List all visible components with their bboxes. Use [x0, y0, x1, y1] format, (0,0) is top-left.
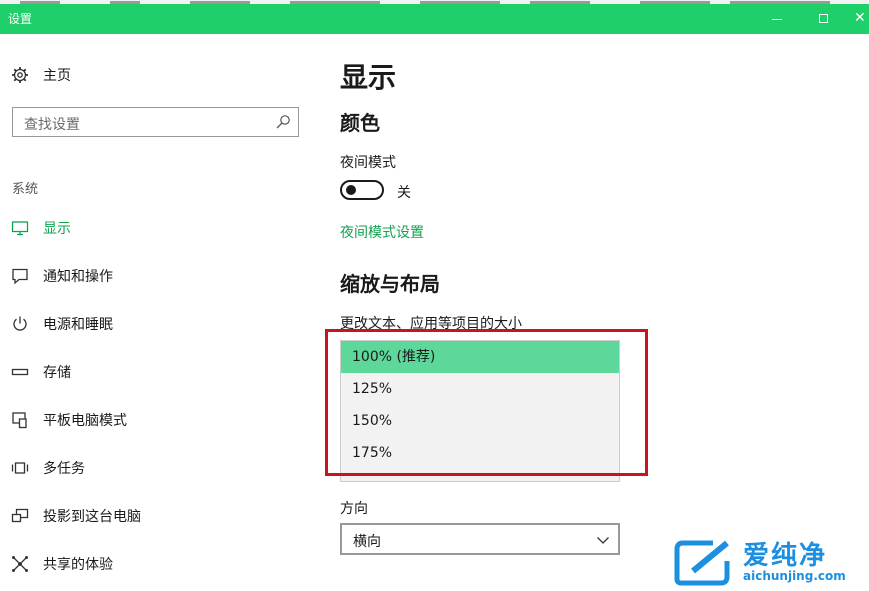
search-input[interactable]: 查找设置	[12, 107, 299, 137]
watermark-brand: 爱纯净	[743, 541, 828, 571]
title-bar: 设置 ✕	[0, 4, 869, 34]
toggle-knob	[346, 185, 356, 195]
tablet-mode-icon	[12, 412, 27, 429]
gear-icon	[12, 67, 28, 83]
maximize-icon	[819, 14, 828, 23]
watermark-logo-icon	[674, 540, 730, 586]
power-icon	[13, 316, 27, 331]
minimize-button[interactable]	[754, 4, 800, 34]
sidebar-item-shared-experiences[interactable]: 共享的体验	[11, 552, 311, 576]
home-nav-item[interactable]: 主页	[11, 64, 211, 86]
search-placeholder: 查找设置	[24, 117, 80, 133]
chevron-down-icon	[597, 537, 609, 544]
sidebar-item-storage[interactable]: 存储	[11, 360, 311, 384]
notification-icon	[12, 268, 28, 285]
monitor-icon	[11, 221, 29, 236]
sidebar: 主页 查找设置 系统 显示 通知和操作 电源和睡眠 存储 平板电脑模式 多任务 …	[0, 34, 320, 591]
color-heading: 颜色	[340, 111, 380, 135]
search-icon[interactable]	[275, 114, 291, 130]
sidebar-item-label: 平板电脑模式	[43, 413, 127, 429]
sidebar-item-multitasking[interactable]: 多任务	[11, 456, 311, 480]
sidebar-item-label: 显示	[43, 221, 71, 237]
orientation-label: 方向	[340, 501, 368, 517]
sidebar-item-label: 电源和睡眠	[43, 317, 113, 333]
projecting-icon	[11, 508, 29, 523]
close-button[interactable]: ✕	[846, 4, 869, 34]
sidebar-item-projecting[interactable]: 投影到这台电脑	[11, 504, 311, 528]
orientation-value: 横向	[353, 534, 381, 550]
sidebar-item-label: 共享的体验	[43, 557, 113, 573]
sidebar-item-power[interactable]: 电源和睡眠	[11, 312, 311, 336]
watermark-url: aichunjing.com	[743, 569, 846, 583]
main-content: 显示 颜色 夜间模式 关 夜间模式设置 缩放与布局 更改文本、应用等项目的大小 …	[325, 34, 869, 591]
orientation-select[interactable]: 横向	[340, 523, 620, 555]
night-mode-state: 关	[397, 185, 411, 201]
close-icon: ✕	[854, 10, 866, 26]
section-title-system: 系统	[12, 182, 39, 197]
sidebar-item-label: 投影到这台电脑	[43, 509, 141, 525]
night-mode-toggle[interactable]	[340, 180, 384, 200]
home-label: 主页	[43, 68, 71, 84]
sidebar-item-notifications[interactable]: 通知和操作	[11, 264, 311, 288]
maximize-button[interactable]	[800, 4, 846, 34]
multitasking-icon	[11, 462, 29, 474]
scale-layout-heading: 缩放与布局	[340, 272, 440, 296]
shared-experiences-icon	[12, 556, 28, 572]
storage-icon	[11, 368, 29, 376]
window-title: 设置	[8, 12, 33, 26]
sidebar-item-label: 通知和操作	[43, 269, 113, 285]
sidebar-item-label: 多任务	[43, 461, 85, 477]
page-title: 显示	[340, 61, 397, 94]
annotation-highlight-box	[325, 329, 648, 476]
sidebar-item-tablet-mode[interactable]: 平板电脑模式	[11, 408, 311, 432]
sidebar-item-label: 存储	[43, 365, 71, 381]
sidebar-item-display[interactable]: 显示	[11, 216, 311, 240]
night-mode-label: 夜间模式	[340, 155, 396, 171]
night-mode-settings-link[interactable]: 夜间模式设置	[340, 222, 424, 242]
watermark: 爱纯净 aichunjing.com	[673, 535, 869, 591]
minimize-icon	[772, 19, 782, 20]
